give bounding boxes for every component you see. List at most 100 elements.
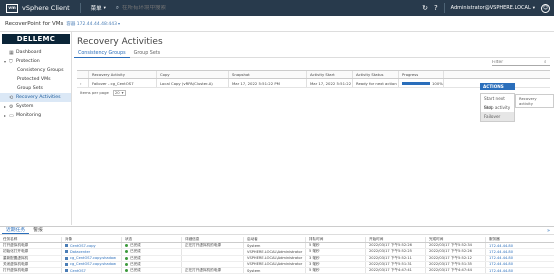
column-header[interactable]: Activity Status — [352, 71, 398, 78]
task-details-cell — [181, 255, 243, 261]
help-icon[interactable]: ? — [434, 4, 438, 12]
sidebar-item-label: Protected VMs — [17, 77, 51, 82]
items-per-page-select[interactable]: 20 ▾ — [112, 89, 126, 96]
task-start-cell: 2022/03/17 下午5:52:26 — [365, 243, 425, 249]
menu-item-stop-activity[interactable]: Stop activity — [481, 103, 514, 112]
sidebar-item-monitoring[interactable]: ▸ ▭ Monitoring — [0, 111, 71, 120]
column-header[interactable]: 对象 — [61, 237, 121, 243]
header-divider-right — [443, 3, 445, 13]
plugin-header: RecoverPoint for VMs 容器 172.44.44.48:443… — [0, 16, 554, 32]
snapshot-cell: Mar 17, 2022 5:51:22 PM — [228, 79, 306, 87]
chevron-down-icon: ▾ — [117, 21, 120, 26]
task-queued-cell: 5 毫秒 — [305, 267, 365, 274]
task-queued-cell: 5 毫秒 — [305, 243, 365, 249]
success-icon — [125, 262, 128, 266]
vm-icon — [65, 256, 68, 260]
column-header[interactable]: 排队时间 — [305, 237, 365, 243]
sidebar-item-label: Group Sets — [17, 86, 43, 91]
vm-icon — [65, 250, 68, 254]
status-cell: Ready for next action — [352, 79, 398, 87]
success-icon — [125, 244, 128, 248]
column-header[interactable]: 状态 — [121, 237, 181, 243]
task-end-cell: 2022/03/17 下午5:51:35 — [425, 261, 485, 267]
global-search[interactable]: ⌕ — [116, 5, 233, 12]
sidebar-item-label: Protection — [16, 59, 40, 64]
sidebar-item-group-sets[interactable]: Group Sets — [0, 84, 71, 93]
refresh-icon[interactable]: ↻ — [422, 4, 428, 12]
column-header[interactable]: Recovery Activity — [88, 71, 156, 78]
expand-icon[interactable]: › — [77, 79, 88, 87]
column-header[interactable]: 详细信息 — [181, 237, 243, 243]
menu-item-start-next-test[interactable]: Start next test — [481, 94, 514, 110]
column-header[interactable]: Copy — [156, 71, 228, 78]
table-row[interactable]: 打开虚拟机电源 CentOS7 已完成 正在打开虚拟机的电源 System 5 毫秒 202… — [0, 267, 554, 275]
tab-alarms[interactable]: 警报 — [29, 227, 47, 234]
task-server-cell[interactable]: 172.44.44.80 — [485, 267, 550, 274]
filter-box[interactable]: ⌕ — [492, 59, 550, 66]
menu-label: 菜单 — [90, 6, 102, 12]
column-header[interactable]: 启动者 — [243, 237, 305, 243]
column-header[interactable]: 开始时间 — [365, 237, 425, 243]
activity-cell: Failover - cg_CentOS7 — [88, 79, 156, 87]
task-object-cell[interactable]: Datacenter — [61, 249, 121, 255]
sidebar-item-label: Monitoring — [16, 113, 42, 118]
success-icon — [125, 269, 128, 273]
column-header[interactable]: 服务器 — [485, 237, 550, 243]
filter-input[interactable] — [492, 59, 544, 65]
column-header[interactable]: 任务名称 — [0, 237, 61, 242]
task-status-cell: 已完成 — [121, 261, 181, 267]
user-menu[interactable]: Administrator@VSPHERE.LOCAL ▾ — [451, 5, 535, 11]
task-object-cell[interactable]: cg_CentOS7.copy.shadow — [61, 255, 121, 261]
sidebar-item-label: System — [16, 104, 34, 109]
tab-group-sets[interactable]: Group Sets — [130, 50, 165, 58]
sidebar-item-dashboard[interactable]: ▦ Dashboard — [0, 48, 71, 57]
task-name-cell: 重新配置虚拟机 — [3, 255, 29, 260]
app-title: vSphere Client — [22, 4, 70, 12]
column-header[interactable]: Progress — [398, 71, 443, 78]
sidebar-item-protected-vms[interactable]: Protected VMs — [0, 75, 71, 84]
dashboard-icon: ▦ — [9, 49, 14, 56]
bottom-tab-bar: 近期任务 警报 — [0, 227, 554, 235]
page: vm vSphere Client 菜单 ▾ ⌕ ↻ ? Administrat… — [0, 0, 554, 280]
task-initiator-cell: System — [243, 243, 305, 249]
menu-item-failover[interactable]: Failover — [481, 112, 514, 121]
tab-consistency-groups[interactable]: Consistency Groups — [74, 50, 130, 58]
menu-button[interactable]: 菜单 ▾ — [90, 4, 106, 13]
sidebar-item-system[interactable]: ▸ ⚙ System — [0, 102, 71, 111]
success-icon — [125, 256, 128, 260]
sidebar-item-label: Consistency Groups — [17, 68, 64, 73]
search-input[interactable] — [122, 5, 233, 11]
plugin-title: RecoverPoint for VMs — [5, 20, 64, 27]
plugin-host-selector[interactable]: 容器 172.44.44.48:443 — [66, 21, 117, 27]
actions-button[interactable]: ACTIONS — [480, 83, 515, 90]
task-details-cell — [181, 249, 243, 255]
tasks-body: 打开虚拟机电源 CentOS7-copy 已完成 正在打开虚拟机的电源 System 5 … — [0, 243, 554, 275]
column-header[interactable]: Activity Start — [306, 71, 352, 78]
sidebar-item-consistency-groups[interactable]: Consistency Groups — [0, 66, 71, 75]
task-object-cell[interactable]: CentOS7 — [61, 267, 121, 274]
task-start-cell: 2022/03/17 下午5:51:31 — [365, 261, 425, 267]
vm-icon — [65, 269, 68, 273]
column-header[interactable]: Snapshot — [228, 71, 306, 78]
main-content: Recovery Activities Consistency Groups G… — [74, 32, 554, 225]
task-server-cell[interactable]: 172.44.44.80 — [485, 261, 550, 267]
column-header[interactable]: 完成时间 — [425, 237, 485, 243]
task-details-cell: 正在打开虚拟机的电源 — [181, 243, 243, 249]
task-server-cell[interactable]: 172.44.44.80 — [485, 243, 550, 249]
system-icon: ⚙ — [9, 103, 14, 110]
task-server-cell[interactable]: 172.44.44.80 — [485, 249, 550, 255]
sidebar-item-recovery-activities[interactable]: ⟲ Recovery Activities — [0, 93, 71, 102]
task-object-cell[interactable]: CentOS7-copy — [61, 243, 121, 249]
sidebar-item-protection[interactable]: ▾ ⛉ Protection — [0, 57, 71, 66]
task-name-cell: 打开虚拟机电源 — [3, 243, 29, 248]
task-details-cell: 正在打开虚拟机的电源 — [181, 267, 243, 274]
tooltip: Recovery activity — [515, 94, 554, 108]
dell-emc-logo: DELLEMC — [2, 34, 70, 44]
feedback-icon[interactable]: ☺ — [541, 3, 550, 13]
collapse-icon[interactable]: » — [547, 228, 550, 234]
task-queued-cell: 3 毫秒 — [305, 261, 365, 267]
task-name-cell: 初始化打开电源 — [3, 249, 29, 254]
task-object-cell[interactable]: cg_CentOS7.copy.shadow — [61, 261, 121, 267]
tab-recent-tasks[interactable]: 近期任务 — [2, 227, 30, 234]
task-server-cell[interactable]: 172.44.44.80 — [485, 255, 550, 261]
